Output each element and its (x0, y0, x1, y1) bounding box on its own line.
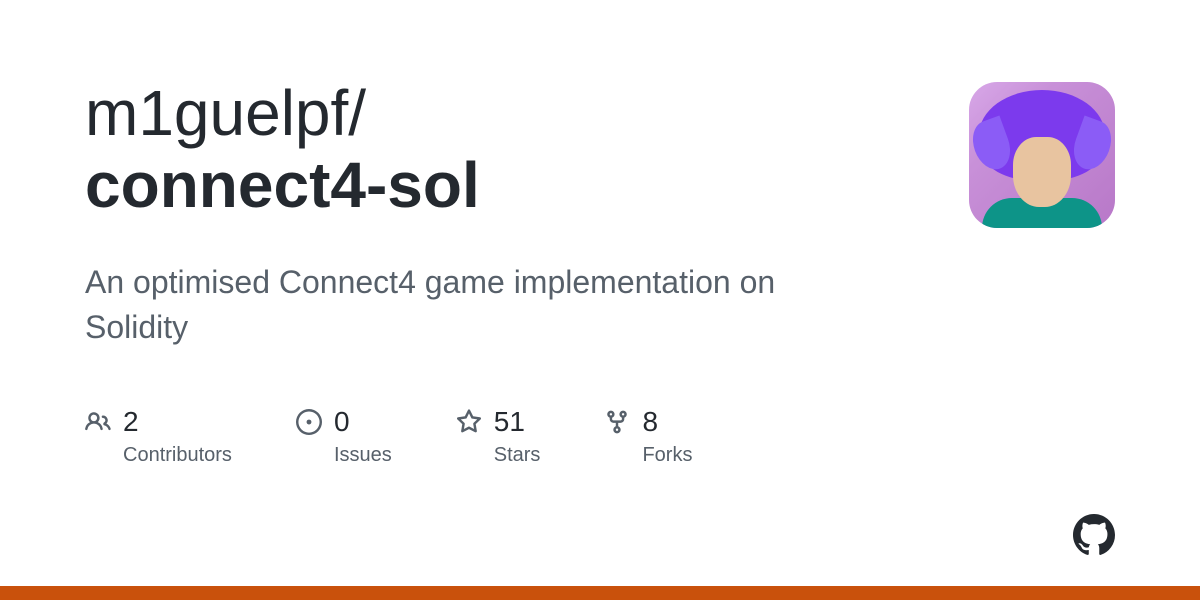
stat-contributors[interactable]: 2 Contributors (85, 406, 232, 467)
repo-title-section: m1guelpf/ connect4-sol (85, 78, 969, 221)
stat-stars[interactable]: 51 Stars (456, 406, 541, 467)
issue-icon (296, 409, 322, 435)
contributors-count: 2 (123, 406, 139, 438)
repo-name[interactable]: connect4-sol (85, 150, 969, 220)
issues-count: 0 (334, 406, 350, 438)
stat-issues[interactable]: 0 Issues (296, 406, 392, 467)
fork-icon (604, 409, 630, 435)
stat-forks[interactable]: 8 Forks (604, 406, 692, 467)
repo-description: An optimised Connect4 game implementatio… (85, 260, 845, 350)
star-icon (456, 409, 482, 435)
github-logo-icon[interactable] (1073, 514, 1115, 556)
stats-row: 2 Contributors 0 Issues 51 Stars (85, 406, 1115, 467)
contributors-label: Contributors (123, 444, 232, 467)
repo-owner[interactable]: m1guelpf/ (85, 78, 969, 148)
forks-label: Forks (642, 444, 692, 467)
language-bar (0, 586, 1200, 600)
issues-label: Issues (334, 444, 392, 467)
stars-count: 51 (494, 406, 525, 438)
avatar[interactable] (969, 82, 1115, 228)
people-icon (85, 409, 111, 435)
stars-label: Stars (494, 444, 541, 467)
forks-count: 8 (642, 406, 658, 438)
